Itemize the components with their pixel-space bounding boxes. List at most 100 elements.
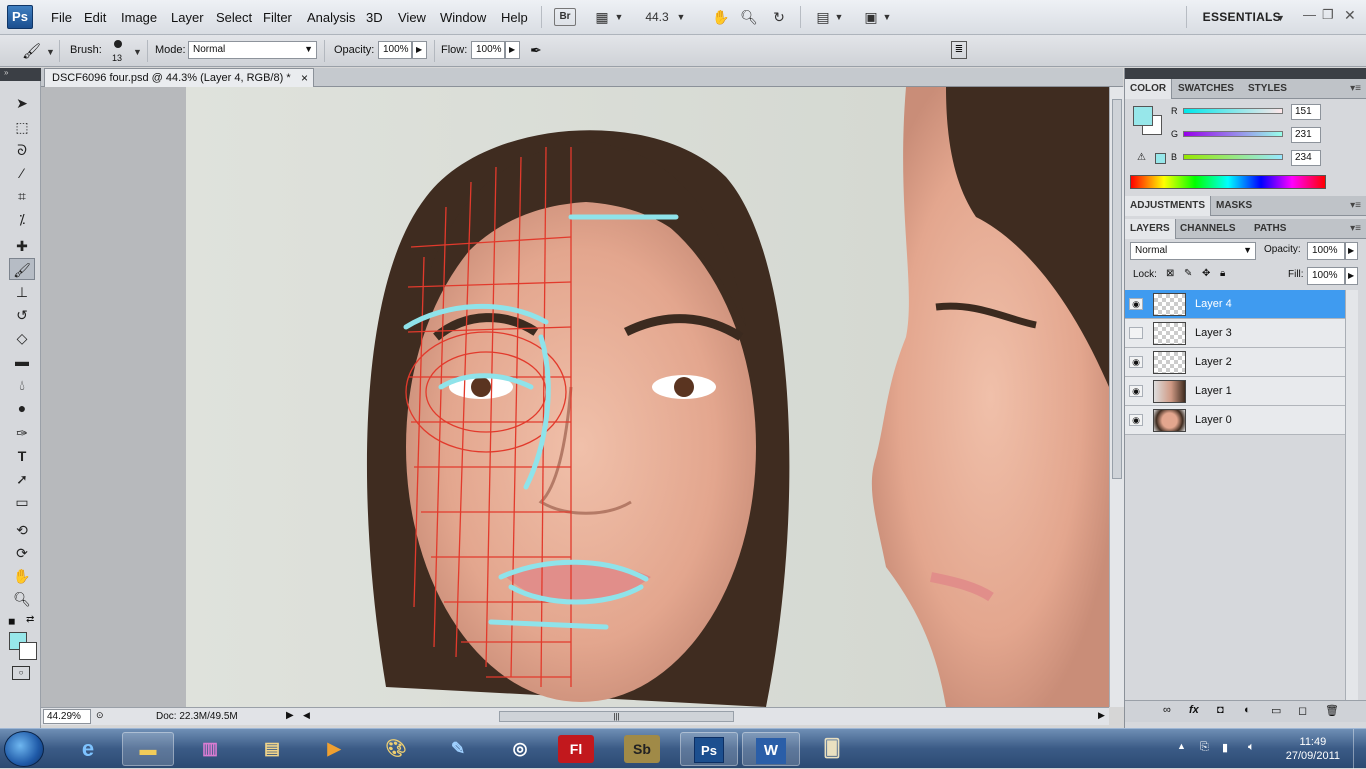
menu-3d[interactable]: 3D bbox=[366, 10, 383, 25]
menu-help[interactable]: Help bbox=[501, 10, 528, 25]
winrar-icon[interactable]: ▥ bbox=[184, 732, 236, 766]
flow-slider-button[interactable]: ▶ bbox=[505, 41, 520, 59]
delete-layer-icon[interactable]: 🗑︎ bbox=[1325, 704, 1339, 717]
brush-preset-icon[interactable]: 🖌︎ bbox=[22, 42, 41, 60]
type-tool-icon[interactable]: T bbox=[9, 445, 35, 467]
solitaire-icon[interactable]: 🂠 bbox=[806, 732, 858, 766]
blend-mode-select[interactable]: Normal ▼ bbox=[1130, 242, 1256, 260]
clone-stamp-tool-icon[interactable]: ⊥ bbox=[9, 281, 35, 303]
chevron-down-icon[interactable]: ▼ bbox=[133, 47, 142, 57]
volume-icon[interactable]: 🔈︎ bbox=[1248, 741, 1255, 754]
face-photo-canvas[interactable] bbox=[186, 87, 1109, 707]
minimize-icon[interactable]: — bbox=[1303, 7, 1316, 22]
status-info-icon[interactable]: ⊙ bbox=[96, 710, 104, 721]
menu-select[interactable]: Select bbox=[216, 10, 252, 25]
show-desktop-button[interactable] bbox=[1353, 729, 1366, 769]
files-icon[interactable]: ▤ bbox=[246, 732, 298, 766]
status-menu-arrow-icon[interactable]: ▶ bbox=[286, 710, 294, 721]
chevron-down-icon[interactable]: ▼ bbox=[882, 7, 892, 27]
flow-field[interactable]: 100% bbox=[471, 41, 505, 59]
panel-menu-icon[interactable]: ▾≡ bbox=[1350, 83, 1361, 94]
workspace-switcher[interactable]: ESSENTIALS bbox=[1203, 10, 1281, 24]
system-clock[interactable]: 11:49 27/09/2011 bbox=[1286, 735, 1340, 763]
arrange-documents-icon[interactable]: ▤ bbox=[812, 7, 834, 27]
layer-style-icon[interactable]: fx bbox=[1189, 704, 1199, 716]
move-tool-icon[interactable]: ➤ bbox=[9, 92, 35, 114]
scroll-left-icon[interactable]: ◀ bbox=[303, 710, 310, 721]
opacity-slider-button[interactable]: ▶ bbox=[412, 41, 427, 59]
zoom-level-value[interactable]: 44.3 bbox=[640, 7, 674, 27]
chevron-down-icon[interactable]: ▼ bbox=[676, 7, 686, 27]
tab-color[interactable]: COLOR bbox=[1125, 79, 1173, 99]
close-icon[interactable]: ✕ bbox=[1344, 7, 1356, 24]
lock-position-icon[interactable]: ✥ bbox=[1202, 268, 1210, 279]
show-hidden-icons[interactable]: ▲ bbox=[1177, 741, 1186, 751]
tab-paths[interactable]: PATHS bbox=[1249, 219, 1291, 239]
path-selection-tool-icon[interactable]: ➚ bbox=[9, 468, 35, 490]
panel-dock-header[interactable] bbox=[1125, 68, 1366, 79]
photoshop-taskbar-button[interactable]: Ps bbox=[680, 732, 738, 766]
menu-layer[interactable]: Layer bbox=[171, 10, 204, 25]
eye-icon[interactable]: ◉ bbox=[1129, 356, 1143, 368]
layer-row-layer-4[interactable]: ◉ Layer 4 bbox=[1125, 290, 1345, 319]
mode-select[interactable]: Normal ▼ bbox=[188, 41, 317, 59]
color-foreground-swatch[interactable] bbox=[1133, 106, 1153, 126]
brush-tip-icon[interactable] bbox=[114, 40, 122, 48]
b-slider[interactable] bbox=[1183, 154, 1283, 160]
layer-row-layer-0[interactable]: ◉ Layer 0 bbox=[1125, 406, 1345, 435]
gradient-tool-icon[interactable]: ▬ bbox=[9, 350, 35, 372]
chevron-down-icon[interactable]: ▼ bbox=[1276, 13, 1285, 23]
blur-tool-icon[interactable]: 💧︎ bbox=[9, 374, 35, 396]
zoom-tool-icon[interactable]: 🔍︎ bbox=[738, 7, 760, 27]
scroll-right-icon[interactable]: ▶ bbox=[1098, 710, 1105, 721]
designer-icon[interactable]: ✎ bbox=[432, 732, 484, 766]
bridge-button[interactable]: Br bbox=[554, 8, 576, 26]
horizontal-scrollbar-thumb[interactable]: ||| bbox=[499, 711, 734, 722]
menu-analysis[interactable]: Analysis bbox=[307, 10, 355, 25]
tab-channels[interactable]: CHANNELS bbox=[1175, 219, 1241, 239]
rectangle-tool-icon[interactable]: ▭ bbox=[9, 491, 35, 513]
windows-explorer-icon[interactable]: ▬ bbox=[122, 732, 174, 766]
soundbooth-icon[interactable]: Sb bbox=[624, 735, 660, 763]
panel-menu-icon[interactable]: ▾≡ bbox=[1350, 200, 1361, 211]
layer-row-layer-1[interactable]: ◉ Layer 1 bbox=[1125, 377, 1345, 406]
gamut-color-swatch[interactable] bbox=[1155, 153, 1166, 164]
crop-tool-icon[interactable]: ⌗ bbox=[9, 185, 35, 207]
screen-mode-icon[interactable]: ▣ bbox=[860, 7, 882, 27]
tools-panel-header[interactable]: » bbox=[0, 68, 41, 81]
hand-tool-icon[interactable]: ✋ bbox=[710, 7, 732, 27]
layer-opacity-field[interactable]: 100% bbox=[1307, 242, 1345, 260]
tab-layers[interactable]: LAYERS bbox=[1125, 219, 1176, 239]
new-group-icon[interactable]: ▭ bbox=[1271, 704, 1281, 717]
airbrush-icon[interactable]: ✒︎ bbox=[530, 42, 542, 59]
fill-slider-button[interactable]: ▶ bbox=[1345, 267, 1358, 285]
b-value-field[interactable]: 234 bbox=[1291, 150, 1321, 166]
new-layer-icon[interactable]: ◻ bbox=[1298, 704, 1307, 717]
r-value-field[interactable]: 151 bbox=[1291, 104, 1321, 120]
brush-panel-icon[interactable]: ≣ bbox=[951, 41, 967, 59]
g-slider[interactable] bbox=[1183, 131, 1283, 137]
eyedropper-tool-icon[interactable]: ⁒ bbox=[9, 208, 35, 230]
menu-edit[interactable]: Edit bbox=[84, 10, 106, 25]
paint-icon[interactable]: 🎨︎ bbox=[370, 732, 422, 766]
close-icon[interactable]: × bbox=[301, 71, 308, 85]
menu-view[interactable]: View bbox=[398, 10, 426, 25]
mini-bridge-icon[interactable]: ▦ bbox=[590, 7, 614, 27]
chevron-down-icon[interactable]: ▼ bbox=[46, 47, 55, 57]
lasso-tool-icon[interactable]: ᘐ bbox=[9, 139, 35, 161]
link-layers-icon[interactable]: ∞ bbox=[1163, 704, 1171, 716]
vertical-scrollbar[interactable] bbox=[1109, 87, 1124, 707]
color-spectrum-bar[interactable] bbox=[1130, 175, 1326, 189]
word-taskbar-button[interactable]: W bbox=[742, 732, 800, 766]
layer-row-layer-3[interactable]: Layer 3 bbox=[1125, 319, 1345, 348]
restore-icon[interactable]: ❐ bbox=[1322, 7, 1334, 23]
tab-masks[interactable]: MASKS bbox=[1211, 196, 1257, 216]
network-icon[interactable]: ▮ bbox=[1222, 741, 1228, 754]
g-value-field[interactable]: 231 bbox=[1291, 127, 1321, 143]
healing-brush-tool-icon[interactable]: ✚ bbox=[9, 235, 35, 257]
media-player-icon[interactable]: ▶ bbox=[308, 732, 360, 766]
menu-image[interactable]: Image bbox=[121, 10, 157, 25]
layer-opacity-slider-button[interactable]: ▶ bbox=[1345, 242, 1358, 260]
lock-pixels-icon[interactable]: ✎ bbox=[1184, 268, 1192, 279]
tab-swatches[interactable]: SWATCHES bbox=[1173, 79, 1239, 99]
